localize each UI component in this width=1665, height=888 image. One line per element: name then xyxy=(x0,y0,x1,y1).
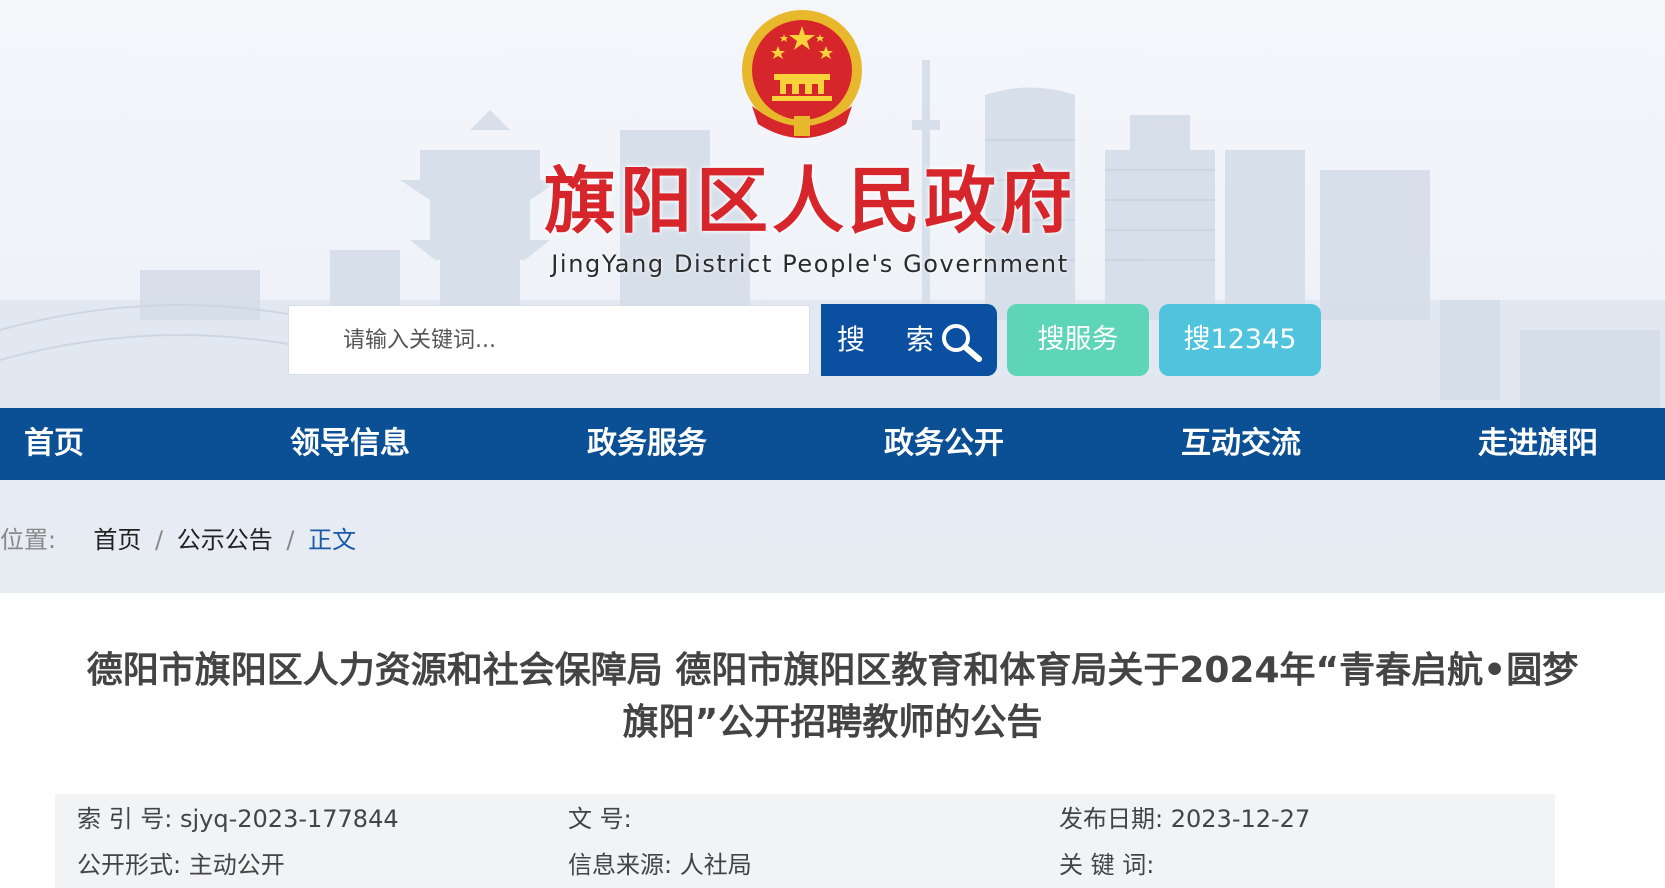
meta-index: 索 引 号: sjyq-2023-177844 xyxy=(77,802,399,836)
nav-item-services[interactable]: 政务服务 xyxy=(587,408,707,480)
meta-doc-no-label: 文 号: xyxy=(568,805,632,833)
breadcrumb-separator: / xyxy=(155,526,164,554)
search-input[interactable] xyxy=(288,305,810,375)
meta-keywords-label: 关 键 词: xyxy=(1059,851,1155,879)
article-title-line1: 德阳市旗阳区人力资源和社会保障局 德阳市旗阳区教育和体育局关于2024年“青春启… xyxy=(86,650,1579,691)
breadcrumb-home[interactable]: 首页 xyxy=(93,526,141,554)
meta-index-value: sjyq-2023-177844 xyxy=(179,805,399,833)
main-nav: 首页 领导信息 政务服务 政务公开 互动交流 走进旗阳 xyxy=(0,408,1665,480)
meta-date-label: 发布日期: xyxy=(1059,805,1164,833)
breadcrumb-prefix: 位置: xyxy=(0,526,57,554)
breadcrumb-separator: / xyxy=(286,526,295,554)
article-meta: 索 引 号: sjyq-2023-177844 文 号: 发布日期: 2023-… xyxy=(55,794,1555,888)
meta-form: 公开形式: 主动公开 xyxy=(77,848,285,882)
search-service-button[interactable]: 搜服务 xyxy=(1007,304,1149,376)
meta-date-value: 2023-12-27 xyxy=(1170,805,1311,833)
search-icon xyxy=(942,324,982,362)
site-header: 旗阳区人民政府 JingYang District People's Gover… xyxy=(0,0,1665,593)
nav-item-home[interactable]: 首页 xyxy=(24,408,84,480)
meta-keywords: 关 键 词: xyxy=(1059,848,1154,882)
nav-item-public-affairs[interactable]: 政务公开 xyxy=(884,408,1004,480)
meta-source-label: 信息来源: xyxy=(568,851,673,879)
meta-form-value: 主动公开 xyxy=(188,851,285,879)
breadcrumb: 位置: 首页 / 公示公告 / 正文 xyxy=(0,522,356,558)
article-title: 德阳市旗阳区人力资源和社会保障局 德阳市旗阳区教育和体育局关于2024年“青春启… xyxy=(50,645,1615,749)
nav-item-interaction[interactable]: 互动交流 xyxy=(1181,408,1301,480)
breadcrumb-current: 正文 xyxy=(308,526,357,554)
article-title-line2: 旗阳”公开招聘教师的公告 xyxy=(622,702,1043,743)
breadcrumb-notices[interactable]: 公示公告 xyxy=(177,526,273,554)
meta-doc-no: 文 号: xyxy=(568,802,632,836)
search-button-label: 搜 索 xyxy=(837,323,950,356)
search-button[interactable]: 搜 索 xyxy=(821,304,997,376)
meta-source: 信息来源: 人社局 xyxy=(568,848,752,882)
meta-source-value: 人社局 xyxy=(679,851,752,879)
national-emblem-icon xyxy=(742,10,862,138)
nav-item-leaders[interactable]: 领导信息 xyxy=(290,408,410,480)
site-title: 旗阳区人民政府 xyxy=(543,158,1076,243)
meta-index-label: 索 引 号: xyxy=(77,805,173,833)
meta-form-label: 公开形式: xyxy=(77,851,182,879)
search-12345-button[interactable]: 搜12345 xyxy=(1159,304,1321,376)
nav-item-about[interactable]: 走进旗阳 xyxy=(1478,408,1598,480)
site-subtitle: JingYang District People's Government xyxy=(551,250,1069,278)
meta-date: 发布日期: 2023-12-27 xyxy=(1059,802,1310,836)
